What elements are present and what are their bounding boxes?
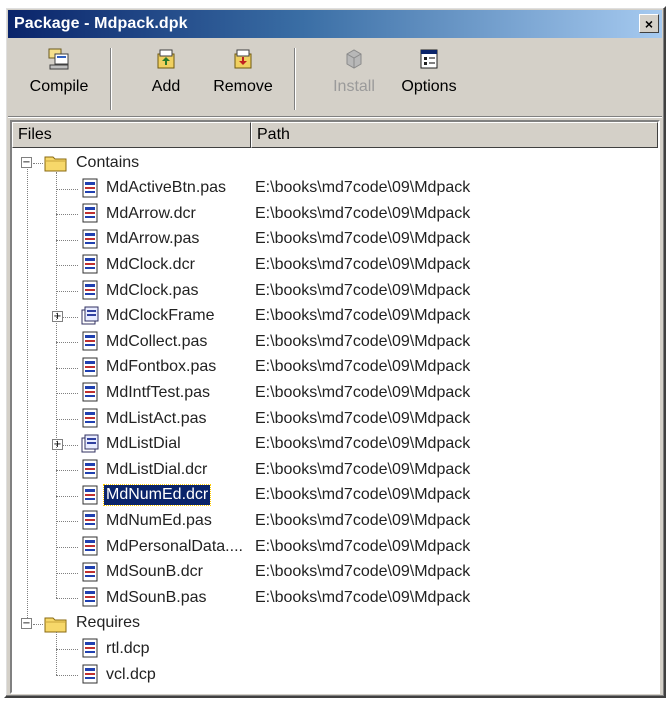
file-path: E:\books\md7code\09\Mdpack xyxy=(255,230,471,248)
tree-item[interactable]: MdPersonalData.... E:\books\md7code\09\Md… xyxy=(12,534,652,559)
file-name: MdIntfTest.pas xyxy=(106,383,211,401)
file-name: MdClock.pas xyxy=(106,281,199,299)
package-window: Package - Mdpack.dpk × Compile Add Remov… xyxy=(4,6,666,698)
contains-group-node[interactable]: Contains xyxy=(12,150,652,175)
file-name: MdNumEd.pas xyxy=(106,511,212,529)
tree-connector xyxy=(56,632,57,675)
file-name: MdListDial.dcr xyxy=(106,460,208,478)
file-path: E:\books\md7code\09\Mdpack xyxy=(255,486,471,504)
tree-item[interactable]: MdClockFrame E:\books\md7code\09\Mdpack xyxy=(12,304,652,329)
tree-item[interactable]: MdListDial.dcr E:\books\md7code\09\Mdpack xyxy=(12,457,652,482)
file-path: E:\books\md7code\09\Mdpack xyxy=(255,563,471,581)
tree-item[interactable]: MdFontbox.pas E:\books\md7code\09\Mdpack xyxy=(12,355,652,380)
file-path: E:\books\md7code\09\Mdpack xyxy=(255,537,471,555)
file-name: MdArrow.dcr xyxy=(106,204,196,222)
files-column-label: Files xyxy=(18,126,52,143)
tree-item[interactable]: MdActiveBtn.pas E:\books\md7code\09\Mdpac… xyxy=(12,176,652,201)
tree-connector xyxy=(27,169,28,618)
options-button[interactable]: Options xyxy=(392,46,466,110)
tree-item[interactable]: MdSounB.pas E:\books\md7code\09\Mdpack xyxy=(12,585,652,610)
file-name: MdListDial xyxy=(106,435,181,453)
tree-item[interactable]: MdArrow.dcr E:\books\md7code\09\Mdpack xyxy=(12,201,652,226)
remove-icon xyxy=(234,49,252,69)
tree-connector xyxy=(56,171,57,599)
file-path: E:\books\md7code\09\Mdpack xyxy=(255,255,471,273)
add-button[interactable]: Add xyxy=(134,46,198,110)
remove-label: Remove xyxy=(213,78,273,95)
file-name: vcl.dcp xyxy=(106,665,156,683)
add-label: Add xyxy=(151,78,181,95)
tree-item[interactable]: vcl.dcp xyxy=(12,662,652,687)
file-path: E:\books\md7code\09\Mdpack xyxy=(255,383,471,401)
path-column-label: Path xyxy=(257,126,290,143)
path-column-header[interactable]: Path xyxy=(251,122,658,148)
file-name: MdListAct.pas xyxy=(106,409,207,427)
file-path: E:\books\md7code\09\Mdpack xyxy=(255,511,471,529)
tree-item[interactable]: MdNumEd.dcr E:\books\md7code\09\Mdpack xyxy=(12,483,652,508)
tree-item[interactable]: MdListDial E:\books\md7code\09\Mdpack xyxy=(12,432,652,457)
tree-item[interactable]: rtl.dcp xyxy=(12,636,652,661)
file-path: E:\books\md7code\09\Mdpack xyxy=(255,332,471,350)
files-column-header[interactable]: Files xyxy=(12,122,251,148)
tree-item[interactable]: MdListAct.pas E:\books\md7code\09\Mdpack xyxy=(12,406,652,431)
tree-item[interactable]: MdArrow.pas E:\books\md7code\09\Mdpack xyxy=(12,227,652,252)
file-name: MdClock.dcr xyxy=(106,255,195,273)
file-name: MdNumEd.dcr xyxy=(102,484,212,507)
toolbar-divider xyxy=(8,116,662,118)
add-icon xyxy=(157,49,175,69)
package-tree-view[interactable]: Files Path − Contains MdActiveBtn.pas E:\bo… xyxy=(10,120,660,694)
window-title: Package - Mdpack.dpk xyxy=(14,15,188,32)
options-icon xyxy=(420,49,438,69)
close-icon: × xyxy=(644,15,654,32)
file-name: MdFontbox.pas xyxy=(106,358,217,376)
tree-body: − Contains MdActiveBtn.pas E:\books\md7code… xyxy=(12,150,658,692)
tree-item[interactable]: MdSounB.dcr E:\books\md7code\09\Mdpack xyxy=(12,560,652,585)
file-path: E:\books\md7code\09\Mdpack xyxy=(255,460,471,478)
tree-item[interactable]: MdCollect.pas E:\books\md7code\09\Mdpack xyxy=(12,329,652,354)
file-name: MdPersonalData.... xyxy=(106,537,243,555)
file-path: E:\books\md7code\09\Mdpack xyxy=(255,435,471,453)
compile-label: Compile xyxy=(29,78,89,95)
file-path: E:\books\md7code\09\Mdpack xyxy=(255,588,471,606)
column-header: Files Path xyxy=(12,122,658,148)
file-path: E:\books\md7code\09\Mdpack xyxy=(255,409,471,427)
toolbar-separator xyxy=(294,48,296,110)
file-name: MdCollect.pas xyxy=(106,332,208,350)
tree-item[interactable]: MdClock.dcr E:\books\md7code\09\Mdpack xyxy=(12,252,652,277)
remove-button[interactable]: Remove xyxy=(202,46,284,110)
options-label: Options xyxy=(401,78,457,95)
title-bar[interactable]: Package - Mdpack.dpk × xyxy=(8,10,662,38)
file-path: E:\books\md7code\09\Mdpack xyxy=(255,307,471,325)
contains-group-label: Contains xyxy=(76,153,140,171)
tree-item[interactable]: MdIntfTest.pas E:\books\md7code\09\Mdpack xyxy=(12,380,652,405)
file-path: E:\books\md7code\09\Mdpack xyxy=(255,281,471,299)
tree-item[interactable]: MdNumEd.pas E:\books\md7code\09\Mdpack xyxy=(12,508,652,533)
file-name: rtl.dcp xyxy=(106,639,150,657)
file-name: MdSounB.pas xyxy=(106,588,207,606)
file-path: E:\books\md7code\09\Mdpack xyxy=(255,179,471,197)
install-label: Install xyxy=(333,78,375,95)
file-name: MdClockFrame xyxy=(106,307,215,325)
requires-group-node[interactable]: Requires xyxy=(12,611,652,636)
compile-button[interactable]: Compile xyxy=(20,46,98,110)
tree-item[interactable]: MdClock.pas E:\books\md7code\09\Mdpack xyxy=(12,278,652,303)
file-name: MdArrow.pas xyxy=(106,230,200,248)
file-path: E:\books\md7code\09\Mdpack xyxy=(255,358,471,376)
compile-icon xyxy=(48,48,69,70)
install-button[interactable]: Install xyxy=(322,46,386,110)
close-button[interactable]: × xyxy=(639,14,659,33)
requires-group-label: Requires xyxy=(76,614,141,632)
file-name: MdSounB.dcr xyxy=(106,563,203,581)
file-path: E:\books\md7code\09\Mdpack xyxy=(255,204,471,222)
toolbar: Compile Add Remove Install Options xyxy=(8,40,662,114)
toolbar-separator xyxy=(110,48,112,110)
file-name: MdActiveBtn.pas xyxy=(106,179,227,197)
install-icon xyxy=(346,49,362,69)
